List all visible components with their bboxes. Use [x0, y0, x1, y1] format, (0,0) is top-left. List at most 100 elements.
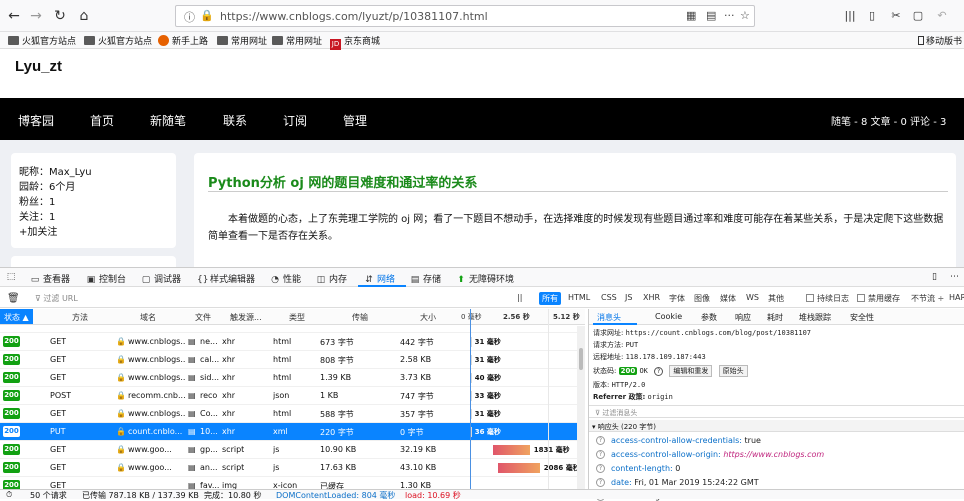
- table-scrollbar-thumb[interactable]: [579, 348, 583, 370]
- help-icon[interactable]: ?: [596, 464, 605, 473]
- header-row[interactable]: ? access-control-allow-credentials: true: [596, 436, 761, 445]
- more-icon[interactable]: ···: [724, 9, 735, 22]
- follow-button[interactable]: +加关注: [19, 225, 176, 240]
- table-row-partial[interactable]: [0, 325, 585, 333]
- header-row[interactable]: ? access-control-allow-origin: https://ww…: [596, 450, 824, 459]
- tab-params[interactable]: 参数: [701, 312, 717, 323]
- info-icon[interactable]: ⓘ: [184, 9, 195, 25]
- tab-debugger[interactable]: ▢ 调试器: [141, 272, 181, 285]
- tab-storage[interactable]: ▤ 存储: [410, 272, 441, 285]
- sidebar-icon[interactable]: ▯: [862, 6, 882, 26]
- response-headers-section[interactable]: ▾ 响应头 (220 字节): [589, 420, 964, 432]
- raw-headers-button[interactable]: 原始头: [718, 365, 748, 377]
- bookmark-item[interactable]: JD 京东商城: [330, 34, 380, 50]
- bookmark-folder[interactable]: 常用网址: [272, 34, 322, 47]
- post-title[interactable]: Python分析 oj 网的题目难度和通过率的关系: [208, 172, 477, 191]
- tab-security[interactable]: 安全性: [850, 312, 874, 323]
- table-row[interactable]: 200 GET www.cnblogs... cal... xhr html 808 字节 2…: [0, 351, 585, 369]
- table-row[interactable]: 200 GET www.cnblogs... ne... xhr html 673 字节 44…: [0, 333, 585, 351]
- trash-icon[interactable]: 🗑: [4, 292, 23, 305]
- tab-style-editor[interactable]: {} 样式编辑器: [197, 272, 255, 285]
- nav-subscribe[interactable]: 订阅: [283, 112, 307, 129]
- tab-inspector[interactable]: ▭ 查看器: [30, 272, 70, 285]
- bookmark-folder[interactable]: 火狐官方站点: [84, 34, 152, 47]
- filter-media[interactable]: 媒体: [717, 292, 739, 305]
- url-bar[interactable]: ⓘ 🔒 https://www.cnblogs.com/lyuzt/p/1038…: [175, 5, 755, 27]
- header-row[interactable]: ? content-length: 0: [596, 464, 680, 473]
- col-transferred[interactable]: 传输: [352, 312, 368, 323]
- filter-headers-input[interactable]: ⊽ 过滤消息头: [589, 405, 964, 418]
- screenshot-icon[interactable]: ✂: [886, 6, 906, 26]
- edit-resend-button[interactable]: 编辑和重发: [669, 365, 713, 377]
- nav-contact[interactable]: 联系: [223, 112, 247, 129]
- tab-memory[interactable]: ◫ 内存: [316, 272, 347, 285]
- help-icon[interactable]: ?: [654, 367, 664, 376]
- filter-font[interactable]: 字体: [666, 292, 688, 305]
- dock-icon[interactable]: ▯: [932, 272, 937, 282]
- library-icon[interactable]: |||: [840, 6, 860, 26]
- url-text[interactable]: https://www.cnblogs.com/lyuzt/p/10381107…: [220, 10, 488, 23]
- har-menu[interactable]: HAR: [946, 292, 964, 303]
- forward-icon[interactable]: →: [26, 6, 46, 26]
- bookmark-star-icon[interactable]: ☆: [740, 9, 750, 22]
- tab-headers[interactable]: 消息头: [597, 312, 621, 323]
- nav-cnblogs[interactable]: 博客园: [18, 112, 54, 129]
- devtools-more-icon[interactable]: ⋯: [950, 272, 959, 282]
- tab-timings[interactable]: 耗时: [767, 312, 783, 323]
- filter-xhr[interactable]: XHR: [640, 292, 663, 303]
- col-domain[interactable]: 域名: [140, 312, 156, 323]
- nav-new-post[interactable]: 新随笔: [150, 112, 186, 129]
- table-row[interactable]: 200 PUT count.cnblo... 10... xhr xml 220 字节 0 字…: [0, 423, 585, 441]
- bookmark-folder[interactable]: 火狐官方站点: [8, 34, 76, 47]
- persist-logs-checkbox[interactable]: 持续日志: [803, 292, 852, 305]
- profile-fans[interactable]: 粉丝：1: [19, 195, 176, 210]
- filter-ws[interactable]: WS: [743, 292, 762, 303]
- throttle-select[interactable]: 不节流 ÷: [908, 292, 947, 305]
- filter-html[interactable]: HTML: [565, 292, 593, 303]
- bookmark-item[interactable]: 新手上路: [158, 34, 208, 47]
- table-row[interactable]: 200 GET www.cnblogs... sid... xhr html 1.39 KB…: [0, 369, 585, 387]
- back-icon[interactable]: ←: [4, 6, 24, 26]
- help-icon[interactable]: ?: [596, 450, 605, 459]
- tab-console[interactable]: ▣ 控制台: [86, 272, 126, 285]
- mobile-bookmarks[interactable]: 移动版书: [918, 34, 962, 47]
- header-row[interactable]: ? date: Fri, 01 Mar 2019 15:24:22 GMT: [596, 478, 759, 487]
- table-row[interactable]: 200 GET www.cnblogs... Co... xhr html 588 字节 35…: [0, 405, 585, 423]
- profile-follow[interactable]: 关注：1: [19, 210, 176, 225]
- tab-response[interactable]: 响应: [735, 312, 751, 323]
- tab-accessibility[interactable]: ⬆ 无障碍环境: [456, 272, 514, 285]
- pause-icon[interactable]: ||: [514, 292, 525, 303]
- chat-icon[interactable]: ▢: [908, 6, 928, 26]
- tab-performance[interactable]: ◔ 性能: [270, 272, 301, 285]
- tab-network[interactable]: ⇵ 网络: [364, 272, 395, 285]
- table-row[interactable]: 200 GET www.goo... an... script js 17.63 KB 43.…: [0, 459, 585, 477]
- undo-icon[interactable]: ↶: [932, 6, 952, 26]
- help-icon[interactable]: ?: [596, 478, 605, 487]
- blog-title[interactable]: Lyu_zt: [15, 58, 62, 75]
- qr-icon[interactable]: ▦: [686, 9, 696, 22]
- col-cause[interactable]: 触发源...: [230, 312, 262, 323]
- filter-image[interactable]: 图像: [691, 292, 713, 305]
- disable-cache-checkbox[interactable]: 禁用缓存: [854, 292, 903, 305]
- lock-icon[interactable]: 🔒: [200, 9, 214, 22]
- home-icon[interactable]: ⌂: [74, 6, 94, 26]
- tab-cookie[interactable]: Cookie: [655, 312, 682, 321]
- col-method[interactable]: 方法: [72, 312, 88, 323]
- filter-url-input[interactable]: ⊽ 过滤 URL: [32, 292, 81, 305]
- filter-all[interactable]: 所有: [539, 292, 561, 305]
- col-type[interactable]: 类型: [289, 312, 305, 323]
- filter-css[interactable]: CSS: [598, 292, 620, 303]
- reader-icon[interactable]: ▤: [706, 9, 716, 22]
- col-file[interactable]: 文件: [195, 312, 211, 323]
- table-row[interactable]: 200 POST recomm.cnb... reco xhr json 1 KB 747 字…: [0, 387, 585, 405]
- reload-icon[interactable]: ↻: [50, 6, 70, 26]
- filter-other[interactable]: 其他: [765, 292, 787, 305]
- nav-home[interactable]: 首页: [90, 112, 114, 129]
- bookmark-folder[interactable]: 常用网址: [217, 34, 267, 47]
- help-icon[interactable]: ?: [596, 436, 605, 445]
- table-row[interactable]: 200 GET www.goo... gp... script js 10.90 KB 32.…: [0, 441, 585, 459]
- tab-stack-trace[interactable]: 堆栈跟踪: [799, 312, 831, 323]
- pick-element-icon[interactable]: ⬚: [6, 272, 19, 282]
- nav-manage[interactable]: 管理: [343, 112, 367, 129]
- col-status[interactable]: 状态 ▲: [0, 309, 33, 324]
